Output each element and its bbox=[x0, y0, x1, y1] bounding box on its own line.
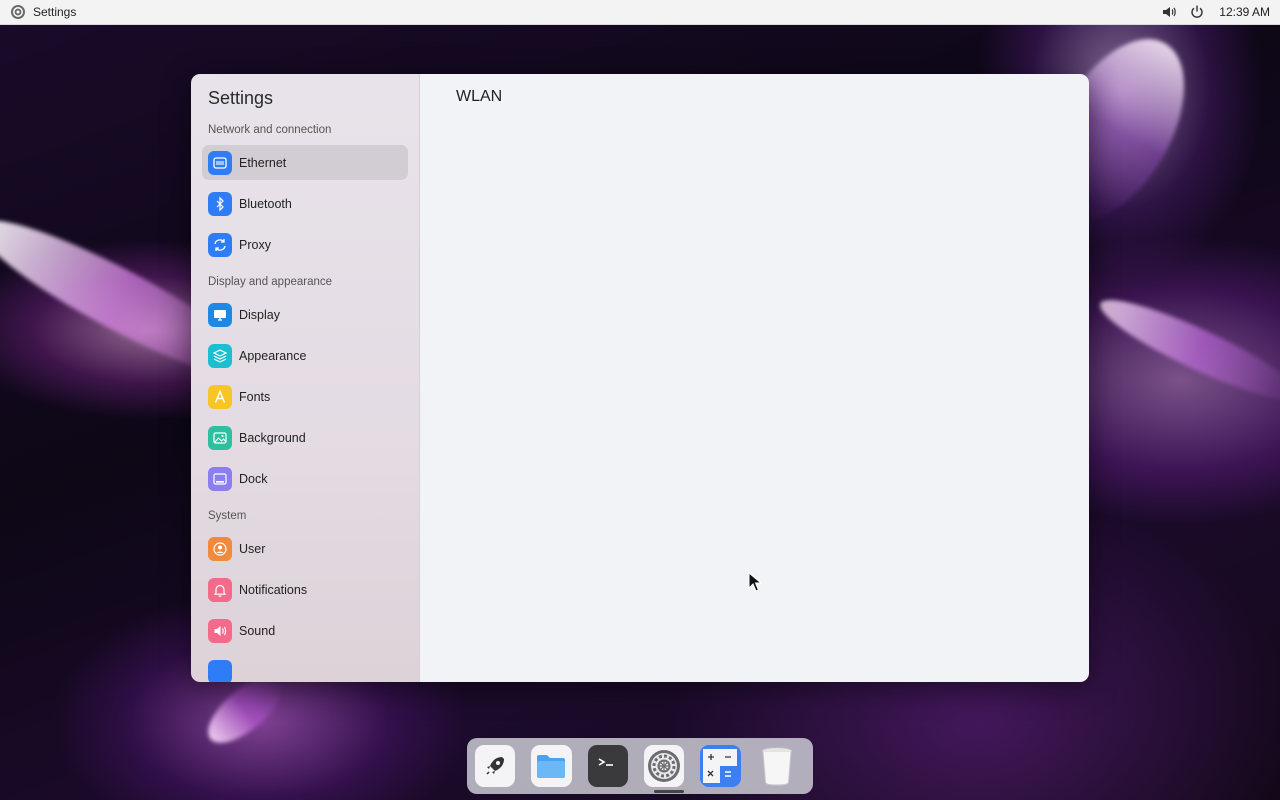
sidebar-item-label: Background bbox=[239, 430, 306, 445]
sidebar-item-sound[interactable]: Sound bbox=[202, 613, 408, 648]
terminal-icon[interactable] bbox=[587, 745, 628, 787]
sidebar-item-ethernet[interactable]: Ethernet bbox=[202, 145, 408, 180]
section-network: Network and connection bbox=[208, 124, 332, 136]
settings-app-icon[interactable] bbox=[10, 4, 26, 20]
display-icon bbox=[208, 302, 232, 327]
sidebar-item-dock[interactable]: Dock bbox=[202, 461, 408, 496]
files-icon[interactable] bbox=[531, 745, 572, 787]
appearance-icon bbox=[208, 343, 232, 368]
background-icon bbox=[208, 425, 232, 450]
launcher-icon[interactable] bbox=[475, 745, 516, 787]
sidebar-item-label: Bluetooth bbox=[239, 196, 292, 211]
active-app-name[interactable]: Settings bbox=[33, 5, 76, 19]
page-title: WLAN bbox=[456, 88, 503, 105]
sidebar-item-more[interactable] bbox=[202, 654, 408, 682]
sidebar-item-label: Display bbox=[239, 307, 280, 322]
settings-sidebar: Settings Network and connection Ethernet… bbox=[191, 74, 420, 682]
sound-icon bbox=[208, 618, 232, 643]
power-icon[interactable] bbox=[1189, 4, 1205, 20]
notifications-icon bbox=[208, 577, 232, 602]
sidebar-item-display[interactable]: Display bbox=[202, 297, 408, 332]
sidebar-item-label: Proxy bbox=[239, 237, 271, 252]
sidebar-item-label: Ethernet bbox=[239, 155, 287, 170]
settings-window: Settings Network and connection Ethernet… bbox=[191, 74, 1089, 682]
sidebar-item-appearance[interactable]: Appearance bbox=[202, 338, 408, 373]
sidebar-item-label: User bbox=[239, 541, 266, 556]
sidebar-item-label: Fonts bbox=[239, 389, 271, 404]
sidebar-item-bluetooth[interactable]: Bluetooth bbox=[202, 186, 408, 221]
partially-hidden-icon bbox=[208, 659, 232, 682]
bluetooth-icon bbox=[208, 191, 232, 216]
sidebar-item-proxy[interactable]: Proxy bbox=[202, 227, 408, 262]
sidebar-item-label: Notifications bbox=[239, 582, 308, 597]
sidebar-title: Settings bbox=[208, 88, 274, 108]
section-display: Display and appearance bbox=[208, 276, 333, 288]
fonts-icon bbox=[208, 384, 232, 409]
user-icon bbox=[208, 536, 232, 561]
proxy-icon bbox=[208, 232, 232, 257]
ethernet-icon bbox=[208, 150, 232, 175]
volume-icon[interactable] bbox=[1161, 4, 1177, 20]
sidebar-item-notifications[interactable]: Notifications bbox=[202, 572, 408, 607]
trash-icon[interactable] bbox=[757, 745, 797, 787]
mouse-cursor-icon bbox=[748, 572, 762, 592]
sidebar-item-label: Dock bbox=[239, 471, 268, 486]
section-system: System bbox=[208, 510, 247, 522]
settings-icon[interactable] bbox=[643, 745, 685, 787]
running-app-indicator bbox=[654, 790, 684, 793]
sidebar-item-fonts[interactable]: Fonts bbox=[202, 379, 408, 414]
sidebar-item-user[interactable]: User bbox=[202, 531, 408, 566]
dock-icon bbox=[208, 466, 232, 491]
top-panel: Settings 12:39 AM bbox=[0, 0, 1280, 25]
clock[interactable]: 12:39 AM bbox=[1219, 5, 1270, 19]
sidebar-item-label: Sound bbox=[239, 623, 276, 638]
sidebar-item-background[interactable]: Background bbox=[202, 420, 408, 455]
calculator-icon[interactable] bbox=[700, 745, 741, 787]
sidebar-item-label: Appearance bbox=[239, 348, 307, 363]
dock bbox=[467, 738, 813, 794]
wallpaper-light-streak bbox=[1091, 285, 1280, 415]
